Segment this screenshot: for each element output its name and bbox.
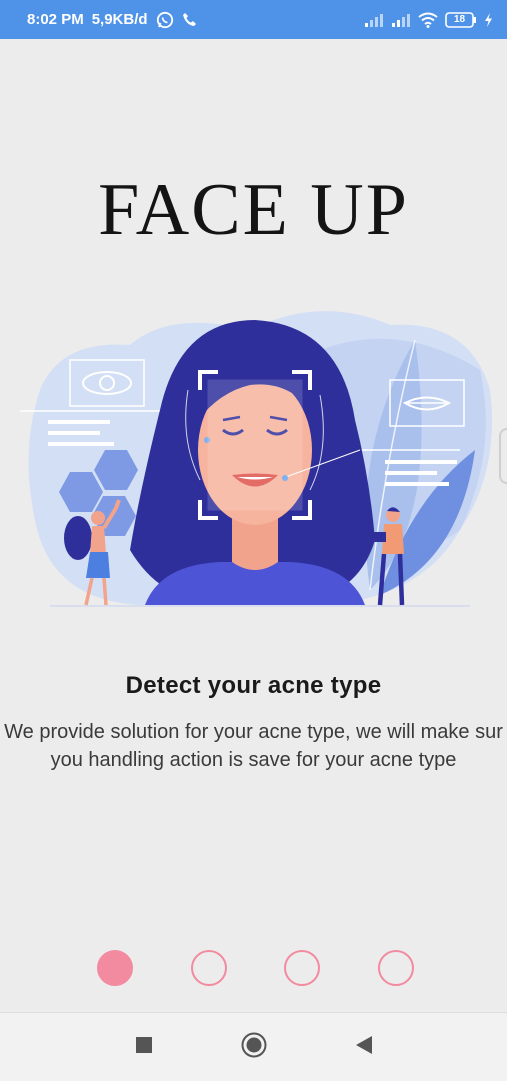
onboarding-description: We provide solution for your acne type, … [0, 718, 507, 774]
signal-icon [364, 13, 384, 27]
page-dot-2[interactable] [190, 950, 227, 986]
back-button[interactable] [309, 1013, 419, 1081]
status-bar: 8:02 PM 5,9KB/d 18 [0, 0, 507, 39]
whatsapp-icon [156, 11, 174, 29]
description-line-1: We provide solution for your acne type, … [4, 721, 503, 743]
description-line-2: you handling action is save for your acn… [50, 749, 457, 771]
recents-button[interactable] [89, 1013, 199, 1081]
charging-icon [484, 12, 493, 27]
app-title: FACE UP [98, 169, 409, 251]
phone-icon [182, 12, 197, 27]
signal-icon [391, 13, 411, 27]
wifi-icon [418, 12, 438, 28]
navigation-bar [0, 1012, 507, 1081]
face-scan-illustration [20, 311, 492, 607]
page-dot-4[interactable] [377, 950, 414, 986]
recents-square-icon [135, 1036, 153, 1059]
onboarding-headline: Detect your acne type [125, 672, 382, 699]
page-dot-1[interactable] [97, 950, 133, 986]
home-circle-icon [241, 1032, 267, 1063]
edge-swipe-handle[interactable] [499, 428, 507, 484]
battery-icon: 18 [445, 11, 477, 28]
status-network-speed: 5,9KB/d [91, 11, 148, 28]
home-button[interactable] [199, 1013, 309, 1081]
back-triangle-icon [355, 1035, 373, 1060]
page-indicator [97, 950, 414, 986]
page-dot-3[interactable] [284, 950, 321, 986]
status-time: 8:02 PM [27, 11, 84, 28]
battery-level: 18 [453, 13, 466, 25]
